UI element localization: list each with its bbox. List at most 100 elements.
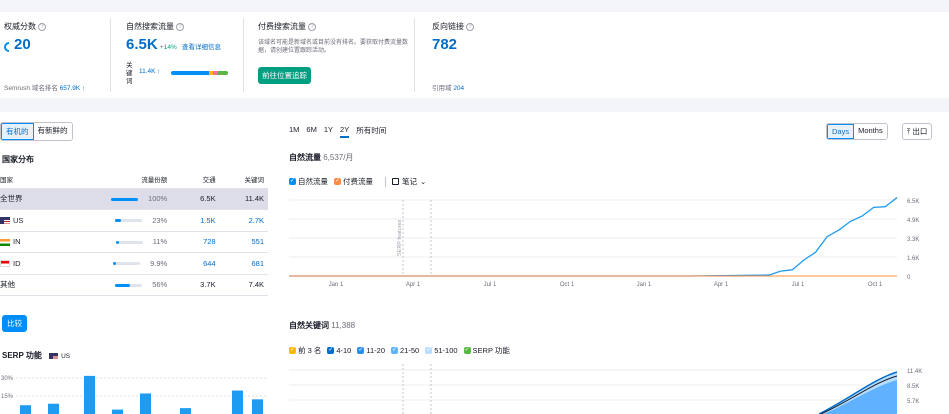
keywords-value[interactable]: 11.4K ↑ (139, 68, 161, 75)
serp-tick-30: 30% (1, 376, 14, 382)
export-button[interactable]: ⤒ 出口 (902, 123, 933, 140)
country-name: ID (0, 252, 93, 275)
notes-label: 笔记 (402, 177, 417, 186)
position-tracking-button[interactable]: 前往位置追踪 (258, 67, 311, 84)
keywords-heading: 自然关键词 11,388 (289, 320, 355, 331)
in-flag-icon (0, 238, 10, 246)
serp-title: SERP 功能 (2, 351, 42, 360)
ref-value[interactable]: 204 (453, 85, 464, 92)
kw-legend-label: 51-100 (434, 346, 458, 355)
organic-value[interactable]: 6.5K (126, 36, 158, 53)
x-tick-label: Oct 1 (560, 282, 575, 288)
compare-wrap: 比较 (2, 315, 27, 332)
traffic-value: 6,537/月 (323, 153, 354, 162)
authority-value[interactable]: 20 (14, 36, 31, 53)
kw-legend-item[interactable]: 11-20 (357, 346, 385, 355)
country-name: IN (0, 231, 93, 253)
backlinks-label: 反向链接 (432, 22, 464, 31)
x-tick-label: Apr 1 (714, 282, 729, 288)
us-flag-icon (49, 352, 59, 359)
period-1y[interactable]: 1Y (324, 125, 333, 138)
share-bar (113, 262, 141, 266)
period-1m[interactable]: 1M (289, 125, 299, 138)
series-line-organic (289, 197, 898, 277)
notes-dropdown[interactable]: 笔记 ⌄ (392, 176, 426, 187)
divider (385, 176, 386, 187)
divider (110, 18, 111, 92)
country-text: 其他 (0, 280, 15, 290)
serp-bars (20, 375, 263, 414)
serp-bar (140, 393, 151, 414)
organic-change: +14% (159, 44, 177, 51)
keywords-label: 关键词 (126, 62, 133, 85)
kw-legend-item[interactable]: SERP 功能 (463, 345, 510, 356)
table-row[interactable]: 全世界 100% 6.5K 11.4K (0, 188, 268, 210)
checkbox-icon (425, 346, 433, 354)
table-row[interactable]: 其他 56% 3.7K 7.4K (0, 274, 268, 296)
keywords-cell[interactable]: 2.7K (215, 209, 268, 232)
share-bar-fill (113, 262, 116, 266)
tab-fresh[interactable]: 有新鲜的 (33, 123, 72, 140)
legend-organic[interactable]: 自然流量 (289, 176, 328, 187)
compare-button[interactable]: 比较 (2, 315, 27, 332)
kw-legend-item[interactable]: 4-10 (327, 346, 351, 355)
granularity-group: Days Months (826, 123, 888, 140)
traffic-cell[interactable]: 644 (167, 252, 216, 275)
gauge-icon (4, 41, 9, 52)
checkbox-icon (357, 346, 365, 354)
keywords-bar (171, 71, 228, 75)
info-icon[interactable]: ? (38, 22, 46, 31)
y-tick-label: 4.9K (907, 218, 919, 224)
table-row[interactable]: IN 11% 728 551 (0, 231, 268, 253)
period-2y[interactable]: 2Y (340, 125, 350, 138)
checkbox-icon (289, 346, 296, 354)
legend-paid[interactable]: 付费流量 (334, 176, 373, 187)
backlinks-value[interactable]: 782 (432, 36, 457, 53)
tab-organic[interactable]: 有机的 (1, 123, 34, 140)
serp-bar (252, 399, 263, 414)
bar-seg-green (218, 71, 228, 75)
col-country: 国家 (0, 170, 93, 189)
share-text: 23% (152, 215, 168, 225)
months-button[interactable]: Months (854, 124, 887, 139)
organic-label-wrap: 自然搜索流量? (126, 21, 184, 32)
country-name: 全世界 (0, 188, 93, 210)
x-tick-label: Oct 1 (868, 282, 883, 288)
data-type-tabs: 有机的 有新鲜的 (0, 122, 73, 141)
keywords-legend: 前 3 名 4-10 11-20 21-50 51-100 SERP 功能 (289, 345, 516, 356)
serp-annotation: SERP features (397, 219, 403, 256)
y-tick-label: 3.3K (907, 237, 919, 243)
info-icon[interactable]: ? (308, 22, 316, 31)
details-link[interactable]: 查看详细信息 (182, 44, 221, 51)
x-tick-label: Jan 1 (329, 282, 344, 288)
keywords-cell[interactable]: 681 (215, 252, 268, 275)
country-text: IN (13, 237, 21, 247)
share-cell: 23% (92, 209, 168, 232)
checkbox-icon (334, 177, 341, 185)
kw-legend-item[interactable]: 21-50 (391, 346, 419, 355)
serp-bar-chart: 30% 15% (1, 375, 268, 414)
y-tick-label: 0 (907, 275, 911, 281)
keywords-cell[interactable]: 551 (215, 231, 268, 253)
traffic-cell[interactable]: 1.5K (167, 209, 216, 232)
x-tick-label: Jan 1 (637, 282, 652, 288)
kw-legend-item[interactable]: 前 3 名 (289, 345, 321, 356)
serp-bar (20, 405, 31, 414)
divider (243, 18, 244, 92)
kw-legend-item[interactable]: 51-100 (425, 346, 458, 355)
period-all[interactable]: 所有时间 (356, 125, 386, 138)
table-row[interactable]: ID 9.9% 644 681 (0, 252, 268, 275)
table-row[interactable]: US 23% 1.5K 2.7K (0, 209, 268, 232)
info-icon[interactable]: ? (176, 22, 184, 31)
us-flag-icon (0, 217, 10, 225)
traffic-cell: 6.5K (167, 188, 216, 210)
info-icon[interactable]: ? (466, 22, 474, 31)
rank-value[interactable]: 657.9K ↑ (60, 85, 86, 92)
days-button[interactable]: Days (827, 124, 855, 139)
share-bar-fill (111, 197, 139, 201)
country-text: ID (13, 258, 21, 268)
period-6m[interactable]: 6M (306, 125, 316, 138)
traffic-cell[interactable]: 728 (167, 231, 216, 253)
country-title: 国家分布 (2, 155, 34, 164)
serp-title-wrap: SERP 功能 US (2, 350, 70, 361)
